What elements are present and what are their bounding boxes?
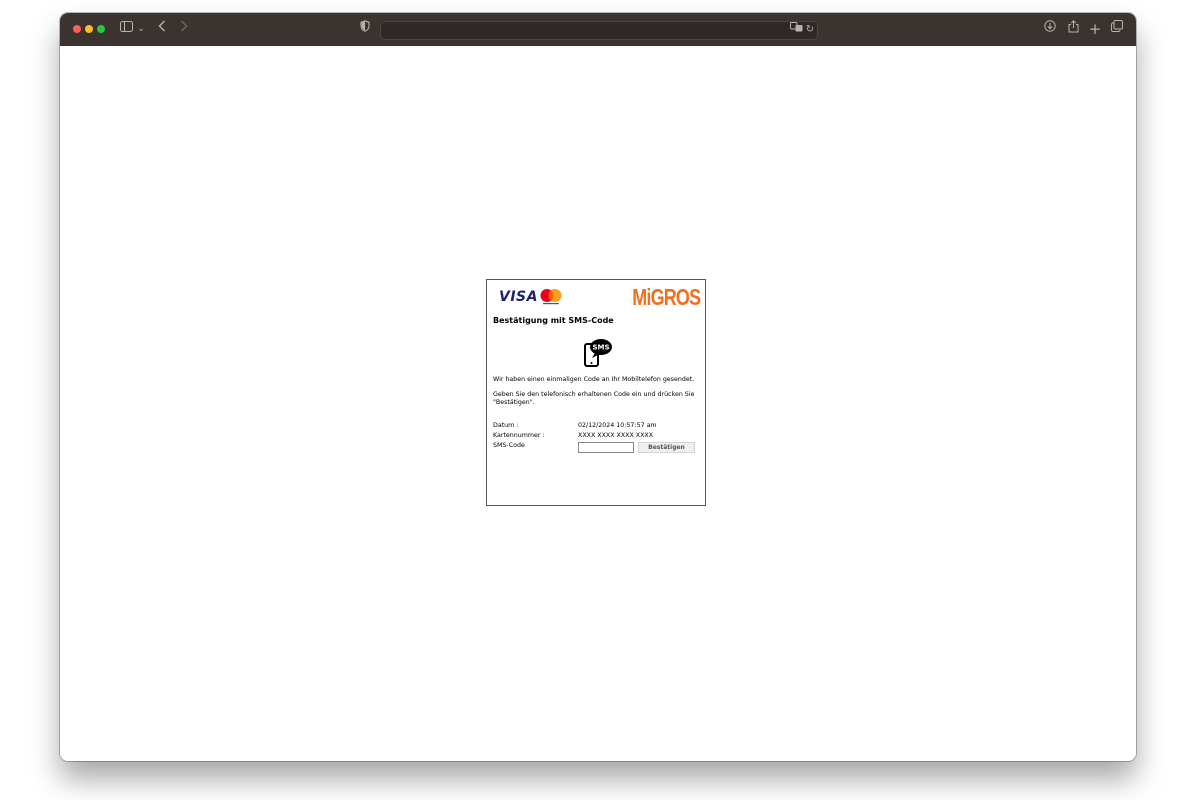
sms-phone-icon: SMS [584,339,612,367]
date-label: Datum : [493,422,519,429]
browser-toolbar: ⌄ ↻ + [60,13,1136,46]
minimize-window-button[interactable] [85,25,93,33]
info-message-instructions: Geben Sie den telefonisch erhaltenen Cod… [493,391,695,406]
shield-icon[interactable] [358,20,372,38]
visa-logo: VISA [499,289,538,305]
tab-overview-icon[interactable] [1110,20,1124,38]
close-window-button[interactable] [73,25,81,33]
forward-icon[interactable] [178,20,190,38]
card-number-label: Kartennummer : [493,432,545,439]
zoom-window-button[interactable] [97,25,105,33]
sms-code-label: SMS-Code [493,442,525,449]
sms-code-input[interactable] [578,442,634,453]
date-value: 02/12/2024 10:57:57 am [578,422,657,429]
browser-window: ⌄ ↻ + VISA MiGROS Bestätigung mit SMS-Co… [60,13,1136,761]
reload-icon[interactable]: ↻ [804,21,816,39]
share-icon[interactable] [1066,20,1080,38]
chevron-down-icon[interactable]: ⌄ [136,20,146,38]
address-bar[interactable]: ↻ [380,21,818,40]
migros-logo: MiGROS [631,284,701,310]
back-icon[interactable] [156,20,168,38]
new-tab-icon[interactable]: + [1088,20,1102,38]
sms-verification-card: VISA MiGROS Bestätigung mit SMS-Code SMS… [486,279,706,506]
translate-icon[interactable] [789,21,803,39]
card-title: Bestätigung mit SMS-Code [493,316,614,325]
sms-icon-label: SMS [592,344,609,352]
download-icon[interactable] [1043,20,1057,38]
sidebar-icon[interactable] [119,20,133,38]
mastercard-logo [540,289,562,305]
info-message-sent: Wir haben einen einmaligen Code an Ihr M… [493,376,695,383]
page-content: VISA MiGROS Bestätigung mit SMS-Code SMS… [60,46,1136,761]
card-number-value: XXXX XXXX XXXX XXXX [578,432,654,439]
confirm-button[interactable]: Bestätigen [638,442,695,453]
